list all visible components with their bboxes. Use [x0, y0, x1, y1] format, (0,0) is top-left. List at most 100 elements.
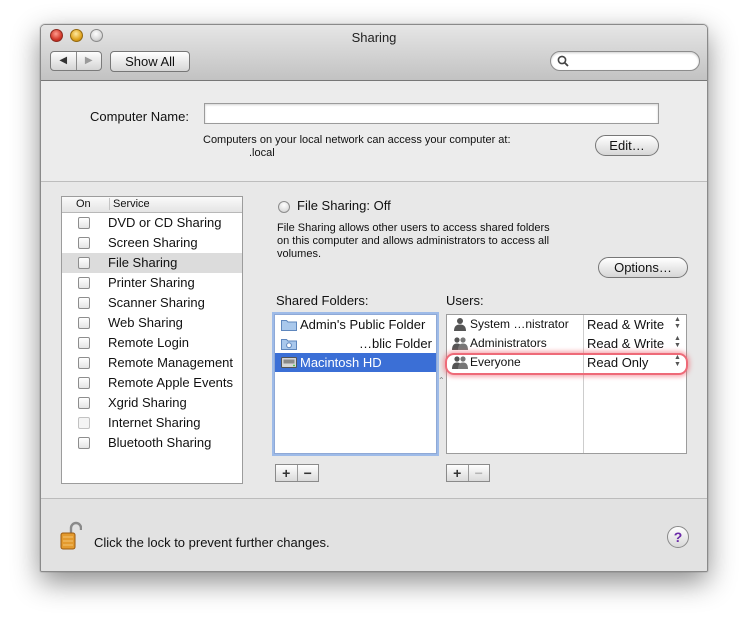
service-checkbox[interactable]: [78, 257, 90, 269]
users-label: Users:: [446, 293, 484, 308]
options-button[interactable]: Options…: [598, 257, 688, 278]
remove-user-button[interactable]: −: [469, 465, 490, 481]
computer-name-section: [41, 81, 707, 182]
service-row-screen-sharing[interactable]: Screen Sharing: [62, 233, 242, 253]
file-sharing-status-indicator: [278, 201, 290, 213]
folder-row-public[interactable]: …blic Folder: [275, 334, 436, 353]
help-button[interactable]: ?: [667, 526, 689, 548]
remove-folder-button[interactable]: −: [298, 465, 319, 481]
back-button[interactable]: ◀: [51, 52, 77, 70]
lock-message: Click the lock to prevent further change…: [94, 535, 330, 550]
service-row-dvd-cd-sharing[interactable]: DVD or CD Sharing: [62, 213, 242, 233]
service-label: Printer Sharing: [108, 275, 195, 290]
service-label: Xgrid Sharing: [108, 395, 187, 410]
search-icon: [557, 55, 569, 67]
folder-row-macintosh-hd[interactable]: Macintosh HD: [275, 353, 436, 372]
user-add-remove-control: + −: [446, 464, 490, 482]
unlocked-lock-icon[interactable]: [60, 521, 82, 551]
service-row-web-sharing[interactable]: Web Sharing: [62, 313, 242, 333]
group-icon: [452, 337, 468, 350]
service-checkbox[interactable]: [78, 397, 90, 409]
service-checkbox[interactable]: [78, 297, 90, 309]
service-label: Internet Sharing: [108, 415, 201, 430]
file-sharing-description: File Sharing allows other users to acces…: [277, 222, 597, 261]
computer-name-note: Computers on your local network can acce…: [203, 134, 511, 146]
description-line: volumes.: [277, 248, 322, 260]
service-label: Remote Management: [108, 355, 234, 370]
service-checkbox[interactable]: [78, 217, 90, 229]
service-label: Web Sharing: [108, 315, 183, 330]
permission-stepper-icon[interactable]: ▲ ▼: [674, 335, 681, 349]
service-label: Remote Apple Events: [108, 375, 234, 390]
public-folder-icon: [281, 339, 297, 350]
service-row-scanner-sharing[interactable]: Scanner Sharing: [62, 293, 242, 313]
service-label: Remote Login: [108, 335, 189, 350]
user-row-system-administrator[interactable]: System …nistrator Read & Write ▲ ▼: [447, 315, 686, 334]
service-row-xgrid-sharing[interactable]: Xgrid Sharing: [62, 393, 242, 413]
group-icon: [452, 356, 468, 369]
service-column-header[interactable]: Service: [109, 198, 150, 210]
folder-label: Macintosh HD: [300, 355, 382, 370]
back-forward-control: ◀ ▶: [50, 51, 102, 71]
service-checkbox[interactable]: [78, 377, 90, 389]
file-sharing-status: File Sharing: Off: [297, 198, 391, 213]
service-row-remote-apple-events[interactable]: Remote Apple Events: [62, 373, 242, 393]
service-label: File Sharing: [108, 255, 178, 270]
user-row-everyone[interactable]: Everyone Read Only ▲ ▼: [447, 353, 686, 372]
service-row-file-sharing[interactable]: File Sharing: [62, 253, 242, 273]
permission-popup[interactable]: Read Only: [587, 355, 648, 370]
on-column-header[interactable]: On: [76, 198, 91, 210]
computer-name-label: Computer Name:: [90, 109, 189, 124]
forward-button[interactable]: ▶: [77, 52, 102, 70]
shared-folders-label: Shared Folders:: [276, 293, 369, 308]
description-line: File Sharing allows other users to acces…: [277, 222, 550, 234]
service-row-printer-sharing[interactable]: Printer Sharing: [62, 273, 242, 293]
service-row-internet-sharing[interactable]: Internet Sharing: [62, 413, 242, 433]
add-folder-button[interactable]: +: [276, 465, 298, 481]
user-icon: [454, 318, 466, 331]
service-label: Screen Sharing: [108, 235, 198, 250]
search-field[interactable]: [550, 51, 700, 71]
service-checkbox[interactable]: [78, 237, 90, 249]
description-line: on this computer and allows administrato…: [277, 235, 550, 247]
service-row-bluetooth-sharing[interactable]: Bluetooth Sharing: [62, 433, 242, 453]
folder-row-admins-public[interactable]: Admin's Public Folder: [275, 315, 436, 334]
service-checkbox[interactable]: [78, 277, 90, 289]
list-resize-handle-icon[interactable]: ⌃: [438, 376, 445, 385]
permission-popup[interactable]: Read & Write: [587, 336, 664, 351]
title-bar: Sharing ◀ ▶ Show All: [41, 25, 707, 81]
local-address: .local: [249, 147, 275, 159]
permission-stepper-icon[interactable]: ▲ ▼: [674, 316, 681, 330]
add-user-button[interactable]: +: [447, 465, 469, 481]
permission-stepper-icon[interactable]: ▲ ▼: [674, 354, 681, 368]
shared-folders-list[interactable]: Admin's Public Folder …blic Folder Macin…: [274, 314, 437, 454]
user-name: System …nistrator: [470, 317, 569, 331]
folder-add-remove-control: + −: [275, 464, 319, 482]
service-checkbox[interactable]: [78, 417, 90, 429]
sharing-window: Sharing ◀ ▶ Show All Computer Name: Comp…: [40, 24, 708, 572]
folder-icon: [281, 320, 297, 331]
window-title: Sharing: [351, 30, 397, 45]
user-name: Everyone: [470, 355, 521, 369]
service-checkbox[interactable]: [78, 317, 90, 329]
show-all-button[interactable]: Show All: [110, 51, 190, 72]
user-row-administrators[interactable]: Administrators Read & Write ▲ ▼: [447, 334, 686, 353]
edit-button[interactable]: Edit…: [595, 135, 659, 156]
service-list: On Service DVD or CD Sharing Screen Shar…: [61, 196, 243, 484]
folder-label: …blic Folder: [359, 336, 432, 351]
user-name: Administrators: [470, 336, 547, 350]
service-label: Bluetooth Sharing: [108, 435, 212, 450]
service-label: DVD or CD Sharing: [108, 215, 222, 230]
service-label: Scanner Sharing: [108, 295, 205, 310]
service-checkbox[interactable]: [78, 437, 90, 449]
hard-drive-icon: [281, 357, 297, 368]
service-checkbox[interactable]: [78, 337, 90, 349]
folder-label: Admin's Public Folder: [300, 317, 426, 332]
users-list[interactable]: System …nistrator Read & Write ▲ ▼ Admini…: [446, 314, 687, 454]
computer-name-field[interactable]: [204, 103, 659, 124]
permission-popup[interactable]: Read & Write: [587, 317, 664, 332]
service-checkbox[interactable]: [78, 357, 90, 369]
service-list-header: On Service: [62, 197, 242, 213]
service-row-remote-login[interactable]: Remote Login: [62, 333, 242, 353]
service-row-remote-management[interactable]: Remote Management: [62, 353, 242, 373]
